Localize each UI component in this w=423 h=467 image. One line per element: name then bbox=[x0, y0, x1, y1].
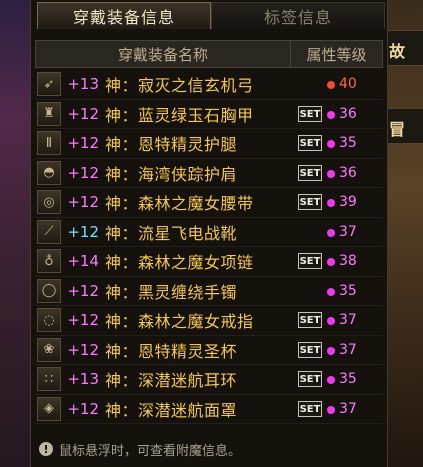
rarity-dot-icon bbox=[327, 110, 335, 119]
hint-footer: ! 鼠标悬浮时，可查看附魔信息。 bbox=[35, 436, 383, 462]
tab-tag-info[interactable]: 标签信息 bbox=[211, 2, 385, 29]
equipment-name: 神：森林之魔女项链 bbox=[105, 253, 254, 273]
set-badge-icon: SET bbox=[298, 312, 322, 328]
set-badge-icon: SET bbox=[298, 105, 322, 122]
equipment-row[interactable]: ∷ +13 神：深潜迷航耳环 SET 35 bbox=[35, 365, 383, 395]
enhance-level: +12 bbox=[67, 222, 99, 241]
equipment-info-panel: 穿戴装备信息 标签信息 穿戴装备名称 属性等级 ➶ +13 神：寂灭之信玄机弓 40 ♜… bbox=[30, 0, 388, 467]
set-badge-icon: SET bbox=[298, 194, 322, 210]
enhance-level: +12 bbox=[67, 281, 99, 300]
column-header-name: 穿戴装备名称 bbox=[35, 40, 291, 68]
equipment-name: 神：深潜迷航面罩 bbox=[105, 400, 238, 420]
necklace-icon[interactable]: ♁ bbox=[37, 249, 61, 274]
info-icon: ! bbox=[39, 442, 53, 456]
rarity-dot-icon bbox=[327, 405, 335, 414]
attribute-level: 38 bbox=[339, 253, 357, 269]
enhance-level: +12 bbox=[67, 163, 99, 182]
equipment-row[interactable]: ❀ +12 神：恩特精灵圣杯 SET 37 bbox=[35, 336, 383, 365]
equipment-row[interactable]: ◓ +12 神：海湾侠踪护肩 SET 36 bbox=[35, 159, 383, 188]
equipment-list: ➶ +13 神：寂灭之信玄机弓 40 ♜ +12 神：蓝灵绿玉石胸甲 SET 36 Ⅱ +12 神：恩… bbox=[35, 70, 383, 424]
attribute-level: 36 bbox=[339, 164, 357, 181]
equipment-name: 神：寂灭之信玄机弓 bbox=[105, 76, 254, 96]
side-label-bottom: 冒 bbox=[389, 120, 406, 139]
rarity-dot-icon bbox=[327, 317, 335, 325]
equipment-name: 神：海湾侠踪护肩 bbox=[105, 164, 238, 184]
chest-armor-icon[interactable]: ♜ bbox=[37, 101, 61, 126]
enhance-level: +12 bbox=[67, 311, 99, 330]
belt-icon[interactable]: ◎ bbox=[37, 190, 61, 215]
rarity-dot-icon bbox=[327, 258, 335, 266]
rarity-dot-icon bbox=[327, 169, 335, 178]
set-badge-icon: SET bbox=[298, 135, 322, 151]
table-header: 穿戴装备名称 属性等级 bbox=[35, 40, 383, 68]
attribute-level: 40 bbox=[339, 76, 357, 92]
equipment-row[interactable]: Ⅱ +12 神：恩特精灵护腿 SET 35 bbox=[35, 129, 383, 159]
attribute-level: 37 bbox=[339, 312, 357, 328]
set-badge-icon: SET bbox=[298, 400, 322, 417]
rarity-dot-icon bbox=[327, 346, 335, 355]
rarity-dot-icon bbox=[327, 228, 335, 237]
rarity-dot-icon bbox=[327, 287, 335, 296]
equipment-name: 神：森林之魔女戒指 bbox=[105, 312, 254, 332]
equipment-row[interactable]: ♜ +12 神：蓝灵绿玉石胸甲 SET 36 bbox=[35, 100, 383, 129]
equipment-row[interactable]: ◌ +12 神：森林之魔女戒指 SET 37 bbox=[35, 306, 383, 336]
equipment-row[interactable]: ◯ +12 神：黑灵缠绕手镯 35 bbox=[35, 277, 383, 306]
enhance-level: +12 bbox=[67, 193, 99, 212]
tab-worn-equipment[interactable]: 穿戴装备信息 bbox=[37, 2, 211, 29]
attribute-level: 36 bbox=[339, 105, 357, 122]
game-background-right: 故 冒 bbox=[383, 0, 423, 467]
boots-icon[interactable]: ⟋ bbox=[37, 219, 61, 244]
bow-icon[interactable]: ➶ bbox=[37, 72, 61, 97]
enhance-level: +12 bbox=[67, 340, 99, 359]
attribute-level: 37 bbox=[339, 223, 357, 240]
equipment-name: 神：恩特精灵圣杯 bbox=[105, 341, 238, 361]
enhance-level: +12 bbox=[67, 134, 99, 153]
equipment-name: 神：深潜迷航耳环 bbox=[105, 371, 238, 391]
set-badge-icon: SET bbox=[298, 371, 322, 387]
shoulder-armor-icon[interactable]: ◓ bbox=[37, 160, 61, 185]
attribute-level: 35 bbox=[339, 135, 357, 151]
enhance-level: +12 bbox=[67, 104, 99, 123]
enhance-level: +14 bbox=[67, 252, 99, 271]
set-badge-icon: SET bbox=[298, 164, 322, 181]
equipment-name: 神：蓝灵绿玉石胸甲 bbox=[105, 105, 254, 125]
earring-icon[interactable]: ∷ bbox=[37, 367, 61, 392]
equipment-name: 神：森林之魔女腰带 bbox=[105, 194, 254, 214]
set-badge-icon: SET bbox=[298, 253, 322, 269]
ring-icon[interactable]: ◌ bbox=[37, 308, 61, 333]
game-background-left bbox=[0, 0, 34, 467]
rarity-dot-icon bbox=[327, 199, 335, 207]
equipment-name: 神：流星飞电战靴 bbox=[105, 223, 238, 243]
bracelet-icon[interactable]: ◯ bbox=[37, 278, 61, 303]
equipment-name: 神：黑灵缠绕手镯 bbox=[105, 282, 238, 302]
enhance-level: +12 bbox=[67, 399, 99, 418]
enhance-level: +13 bbox=[67, 75, 99, 94]
equipment-name: 神：恩特精灵护腿 bbox=[105, 135, 238, 155]
rarity-dot-icon bbox=[327, 81, 335, 89]
attribute-level: 39 bbox=[339, 194, 357, 210]
attribute-level: 37 bbox=[339, 400, 357, 417]
column-header-level: 属性等级 bbox=[291, 40, 383, 68]
attribute-level: 37 bbox=[339, 341, 357, 358]
attribute-level: 35 bbox=[339, 282, 357, 299]
enhance-level: +13 bbox=[67, 370, 99, 389]
equipment-row[interactable]: ➶ +13 神：寂灭之信玄机弓 40 bbox=[35, 70, 383, 100]
set-badge-icon: SET bbox=[298, 341, 322, 358]
equipment-row[interactable]: ◈ +12 神：深潜迷航面罩 SET 37 bbox=[35, 395, 383, 424]
mask-icon[interactable]: ◈ bbox=[37, 396, 61, 421]
hint-text: 鼠标悬浮时，可查看附魔信息。 bbox=[59, 443, 242, 459]
rarity-dot-icon bbox=[327, 376, 335, 384]
equipment-row[interactable]: ◎ +12 神：森林之魔女腰带 SET 39 bbox=[35, 188, 383, 218]
rarity-dot-icon bbox=[327, 140, 335, 148]
equipment-row[interactable]: ♁ +14 神：森林之魔女项链 SET 38 bbox=[35, 247, 383, 277]
side-label-top: 故 bbox=[389, 42, 406, 61]
leg-armor-icon[interactable]: Ⅱ bbox=[37, 131, 61, 156]
equipment-row[interactable]: ⟋ +12 神：流星飞电战靴 37 bbox=[35, 218, 383, 247]
holy-cup-icon[interactable]: ❀ bbox=[37, 337, 61, 362]
tab-bar: 穿戴装备信息 标签信息 bbox=[31, 0, 387, 30]
attribute-level: 35 bbox=[339, 371, 357, 387]
